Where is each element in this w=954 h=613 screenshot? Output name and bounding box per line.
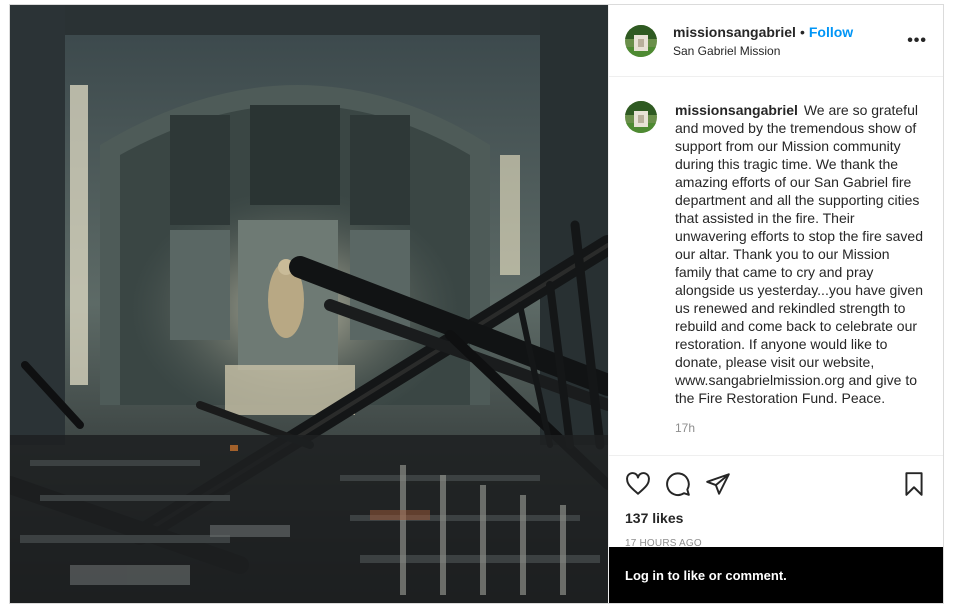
avatar[interactable]	[625, 24, 657, 57]
caption-time[interactable]: 17h	[675, 421, 927, 435]
share-icon[interactable]	[705, 471, 731, 497]
heart-icon[interactable]	[625, 471, 651, 497]
follow-button[interactable]: Follow	[809, 24, 853, 40]
comment-icon[interactable]	[665, 471, 691, 497]
separator-dot: •	[799, 23, 805, 40]
post-header: missionsangabriel • Follow San Gabriel M…	[609, 5, 943, 77]
caption-avatar[interactable]	[625, 101, 657, 133]
header-username[interactable]: missionsangabriel	[673, 24, 796, 40]
caption-text: We are so grateful and moved by the trem…	[675, 102, 924, 406]
caption: missionsangabriel We are so grateful and…	[675, 101, 927, 407]
location-link[interactable]: San Gabriel Mission	[673, 44, 907, 58]
more-options-icon[interactable]: •••	[907, 32, 927, 50]
post-image	[10, 5, 608, 603]
likes-count[interactable]: 137 likes	[625, 510, 927, 526]
action-icons	[625, 464, 927, 504]
post-sidebar: missionsangabriel • Follow San Gabriel M…	[608, 5, 943, 603]
login-bar[interactable]: Log in to like or comment.	[609, 547, 943, 603]
instagram-post: missionsangabriel • Follow San Gabriel M…	[9, 4, 944, 604]
caption-username[interactable]: missionsangabriel	[675, 102, 798, 118]
login-prompt[interactable]: Log in to like or comment.	[625, 568, 787, 583]
comments-section: missionsangabriel We are so grateful and…	[609, 77, 943, 455]
actions-section: 137 likes 17 HOURS AGO	[609, 455, 943, 550]
bookmark-icon[interactable]	[901, 471, 927, 497]
post-photo[interactable]	[10, 5, 608, 603]
